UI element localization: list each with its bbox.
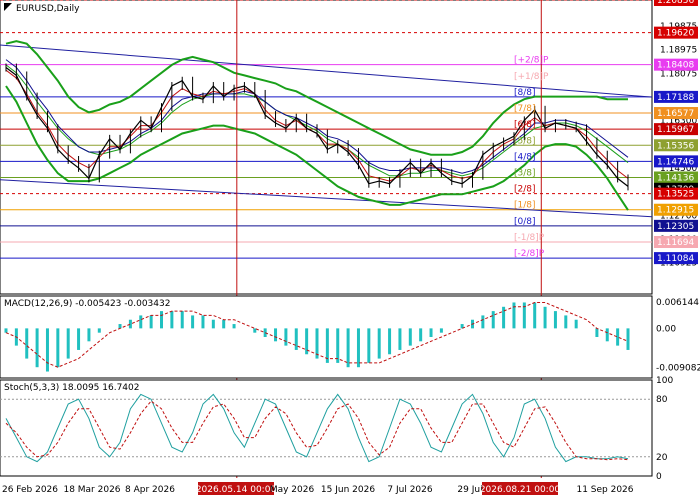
time-tick-label: 7 Jul 2026	[387, 485, 432, 495]
murrey-label: [2/8]	[514, 185, 536, 195]
stoch-title: Stoch(5,3,3) 18.0095 16.7402	[4, 383, 139, 393]
price-tick-label: 1.18975	[660, 46, 697, 56]
price-tick-label: 1.18075	[660, 69, 697, 79]
time-tick-label: 18 Mar 2026	[63, 485, 120, 495]
price-level-label: 1.12305	[657, 222, 694, 232]
stoch-pane: Stoch(5,3,3) 18.0095 16.7402 100 80 20 0	[0, 376, 673, 482]
murrey-label: [8/8]	[514, 88, 536, 98]
price-level-label: 1.11084	[657, 254, 694, 264]
murrey-label: [4/8]	[514, 152, 536, 162]
murrey-label: [+1/8]P	[514, 72, 549, 82]
time-tick-label: 8 Apr 2026	[125, 485, 175, 495]
price-level-label: 1.14746	[657, 157, 694, 167]
murrey-label: [3/8]	[514, 168, 536, 178]
macd-tick-label: 0.006144	[656, 298, 699, 308]
price-level-label: 1.16577	[657, 109, 694, 119]
murrey-label: [7/8]	[514, 104, 536, 114]
stoch-tick-label: 0	[656, 472, 662, 482]
time-marker-label: 2026.08.21 00:00	[480, 485, 561, 495]
macd-pane: MACD(12,26,9) -0.005423 -0.003432 0.0061…	[0, 295, 700, 379]
price-level-label: 1.17188	[657, 93, 694, 103]
stoch-tick-label: 100	[656, 376, 673, 386]
murrey-label: [+2/8]P	[514, 56, 549, 66]
macd-tick-label: 0.00	[656, 324, 676, 334]
price-level-label: 1.15967	[657, 125, 694, 135]
macd-tick-label: -0.009082	[656, 364, 700, 374]
time-tick-label: May 2026	[270, 485, 315, 495]
stoch-pane-frame	[0, 379, 653, 477]
murrey-label: [1/8]	[514, 201, 536, 211]
price-level-label: 1.13525	[657, 190, 694, 200]
macd-title: MACD(12,26,9) -0.005423 -0.003432	[4, 299, 170, 309]
murrey-label: [-1/8]P	[514, 233, 545, 243]
price-level-label: 1.15356	[657, 141, 694, 151]
murrey-label: [5/8]	[514, 136, 536, 146]
murrey-label: [0/8]	[514, 217, 536, 227]
price-level-label: 1.11694	[657, 238, 694, 248]
trading-chart: [+2/8]P [+1/8]P [8/8] [7/8] [6/8] [5/8] [4/8] […	[0, 0, 700, 500]
murrey-label: [6/8]	[514, 120, 536, 130]
price-level-label: 1.19620	[657, 29, 694, 39]
price-level-label: 1.14136	[657, 173, 694, 183]
chart-title: EURUSD,Daily	[16, 4, 80, 14]
time-tick-label: 29 Jul	[457, 485, 482, 495]
stoch-tick-label: 20	[656, 453, 668, 463]
stoch-tick-label: 80	[656, 395, 668, 405]
time-marker-label: 2026.05.14 00:00	[196, 485, 277, 495]
time-tick-label: 11 Sep 2026	[576, 485, 633, 495]
price-level-label: 1.18408	[657, 61, 694, 71]
time-tick-label: 15 Jun 2026	[321, 485, 375, 495]
murrey-label: [-2/8]P	[514, 249, 545, 259]
price-level-label: 1.20856	[657, 0, 694, 6]
price-level-label: 1.12915	[657, 206, 694, 216]
time-tick-label: 26 Feb 2026	[2, 485, 58, 495]
